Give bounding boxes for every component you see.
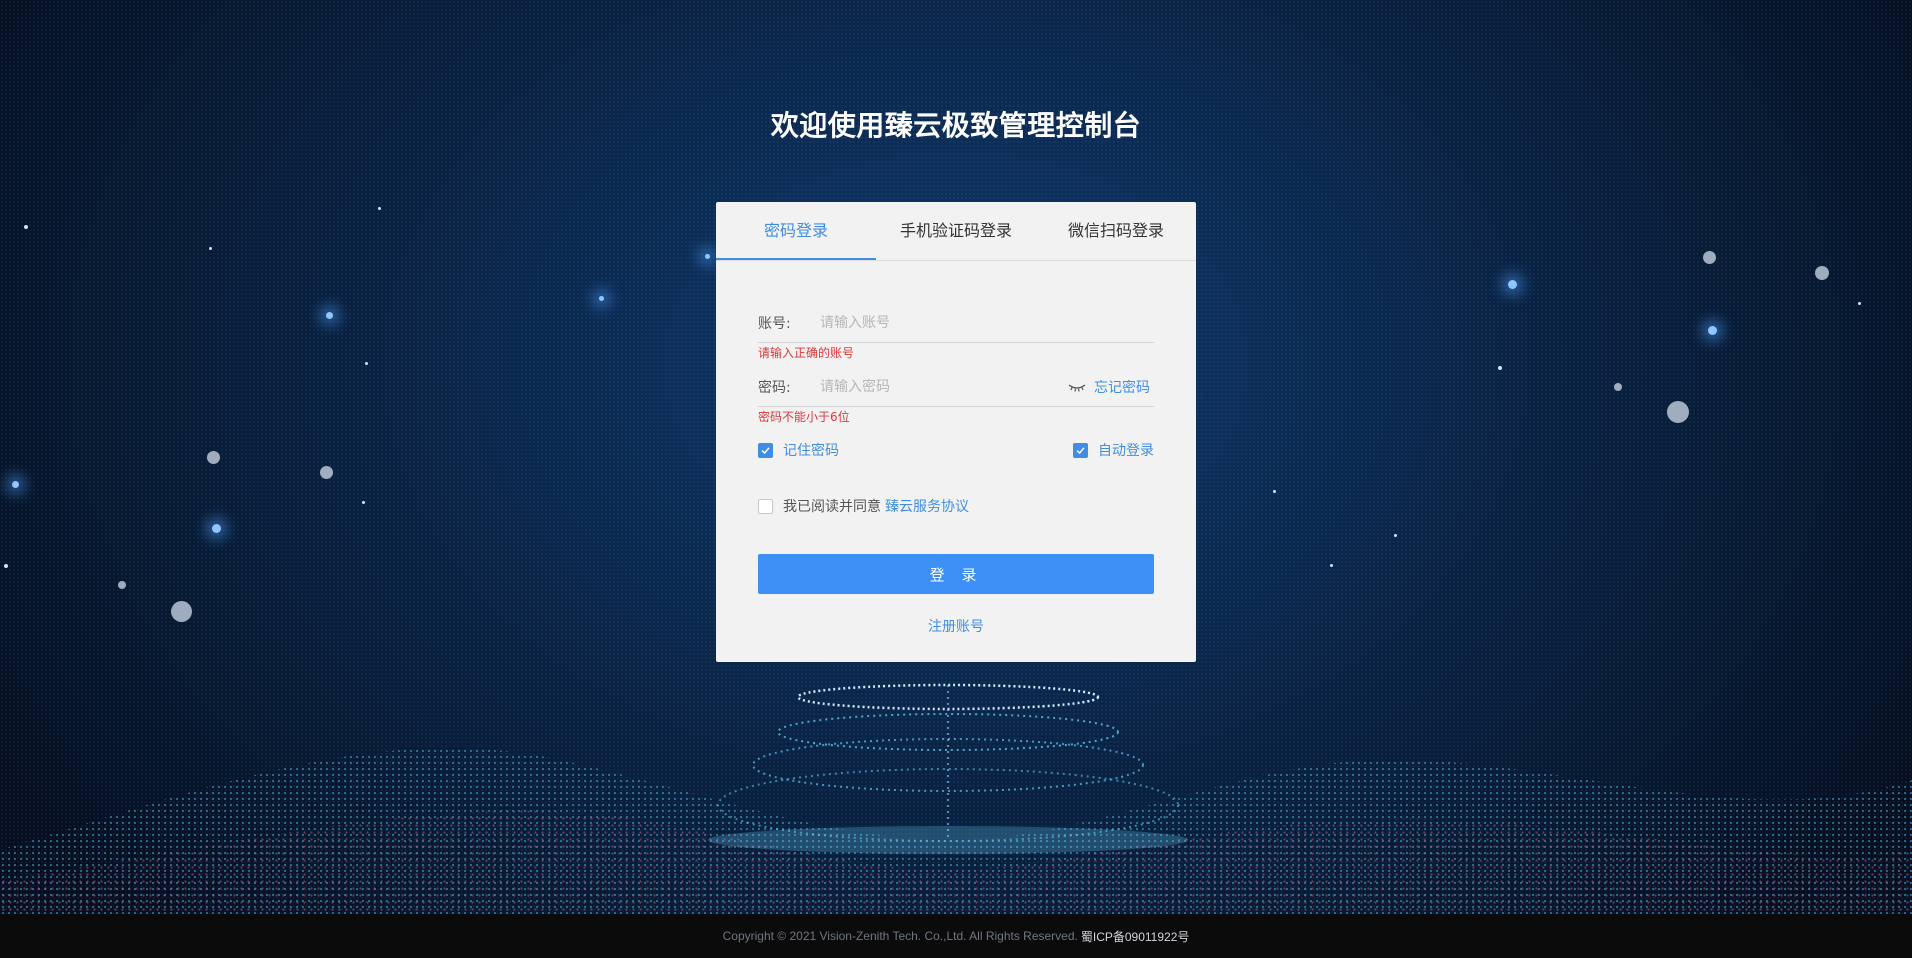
auto-login-checkbox[interactable]: 自动登录 (1073, 440, 1154, 460)
auto-login-label: 自动登录 (1098, 443, 1154, 459)
eye-closed-icon[interactable] (1068, 381, 1086, 393)
background-bubble (207, 451, 220, 464)
background-particle (365, 362, 368, 365)
agreement-checkbox[interactable]: 我已阅读并同意 (758, 496, 881, 516)
account-error: 请输入正确的账号 (758, 346, 855, 360)
password-label: 密码: (758, 380, 791, 396)
remember-password-checkbox[interactable]: 记住密码 (758, 440, 839, 460)
background-bubble (1614, 383, 1622, 391)
background-bubble (118, 581, 126, 589)
background-particle (4, 564, 8, 568)
page-title: 欢迎使用臻云极致管理控制台 (770, 109, 1142, 142)
remember-password-label: 记住密码 (783, 443, 839, 459)
background-particle (212, 524, 221, 533)
background-particle (1508, 280, 1517, 289)
tab-password-login[interactable]: 密码登录 (716, 202, 876, 260)
background-particle (326, 312, 333, 319)
copyright-text: Copyright © 2021 Vision-Zenith Tech. Co.… (722, 929, 1078, 943)
background-particle (705, 254, 710, 259)
account-field: 账号: (758, 304, 1154, 343)
background-particle (599, 296, 604, 301)
account-label: 账号: (758, 316, 791, 332)
agreement-row: 我已阅读并同意 臻云服务协议 (758, 496, 1154, 516)
password-input[interactable] (818, 378, 1068, 396)
login-options-row: 记住密码 自动登录 (758, 440, 1154, 460)
background-particle (378, 207, 381, 210)
background-bubble (1703, 251, 1716, 264)
password-field: 密码: 忘记密码 (758, 368, 1154, 407)
login-page: 欢迎使用臻云极致管理控制台 密码登录 手机验证码登录 微信扫码登录 账号: 请输… (0, 0, 1912, 958)
icp-link[interactable]: 蜀ICP备09011922号 (1081, 928, 1190, 945)
password-error: 密码不能小于6位 (758, 410, 850, 424)
background-bubble (171, 601, 192, 622)
background-particle (1858, 302, 1861, 305)
forgot-password-link[interactable]: 忘记密码 (1094, 377, 1150, 397)
checkmark-icon (1073, 442, 1088, 458)
register-link[interactable]: 注册账号 (716, 616, 1196, 636)
background-particle (1273, 490, 1276, 493)
tab-wechat-login[interactable]: 微信扫码登录 (1036, 202, 1196, 260)
background-particle (12, 481, 19, 488)
background-bubble (1667, 401, 1689, 423)
background-particle (1498, 366, 1502, 370)
login-card: 密码登录 手机验证码登录 微信扫码登录 账号: 请输入正确的账号 密码: 忘记密… (716, 202, 1196, 662)
tab-sms-login[interactable]: 手机验证码登录 (876, 202, 1036, 260)
checkmark-icon (758, 442, 773, 458)
background-particle (1708, 326, 1717, 335)
account-input[interactable] (818, 314, 1154, 332)
background-particle (362, 501, 365, 504)
background-particle (1394, 534, 1397, 537)
service-agreement-link[interactable]: 臻云服务协议 (885, 496, 969, 516)
background-particle (209, 247, 212, 250)
login-tabs: 密码登录 手机验证码登录 微信扫码登录 (716, 202, 1196, 261)
background-bubble (320, 466, 333, 479)
background-particle (24, 225, 28, 229)
checkbox-box (758, 498, 773, 514)
footer: Copyright © 2021 Vision-Zenith Tech. Co.… (0, 914, 1912, 958)
login-button[interactable]: 登 录 (758, 554, 1154, 594)
background-particle (1330, 564, 1333, 567)
agreement-text: 我已阅读并同意 (783, 499, 881, 515)
background-bubble (1815, 266, 1829, 280)
